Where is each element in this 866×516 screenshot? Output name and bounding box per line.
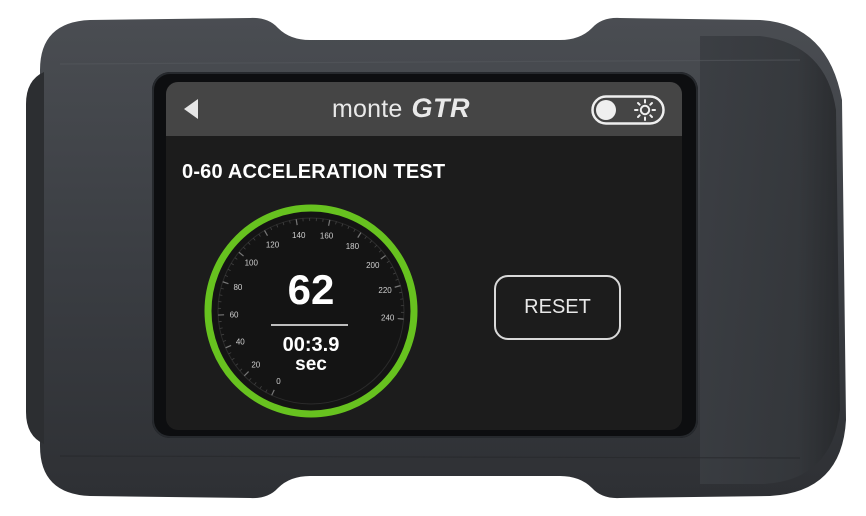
gauge-tick-label-240: 240 bbox=[381, 314, 395, 323]
brand-name-light: monte bbox=[332, 95, 403, 123]
elapsed-time: 00:3.9 bbox=[282, 334, 340, 356]
device: monte GTR 0-60 ACCELERATION TEST 0 20 40… bbox=[0, 0, 866, 516]
gauge-major-tick bbox=[397, 317, 404, 320]
readout-divider bbox=[271, 324, 348, 326]
speed-readout: 62 bbox=[287, 266, 335, 313]
gauge-minor-tick bbox=[219, 327, 223, 329]
gauge-tick-label-160: 160 bbox=[320, 232, 334, 241]
gauge-tick-label-120: 120 bbox=[266, 240, 280, 249]
gauge-tick-label-140: 140 bbox=[292, 231, 306, 240]
reset-button[interactable]: RESET bbox=[494, 275, 621, 340]
brightness-toggle-icon[interactable] bbox=[591, 95, 665, 125]
brand-name-bold: GTR bbox=[411, 93, 470, 123]
page-title: 0-60 ACCELERATION TEST bbox=[182, 161, 446, 183]
display-screen: monte GTR 0-60 ACCELERATION TEST 0 20 40… bbox=[166, 82, 682, 430]
header-bar: monte GTR bbox=[166, 82, 682, 136]
brand-logo: monte GTR bbox=[332, 93, 470, 125]
gauge-tick-label-0: 0 bbox=[276, 377, 281, 386]
time-unit: sec bbox=[295, 354, 327, 375]
back-arrow-icon[interactable] bbox=[182, 98, 202, 120]
gauge-tick-label-180: 180 bbox=[346, 242, 360, 251]
